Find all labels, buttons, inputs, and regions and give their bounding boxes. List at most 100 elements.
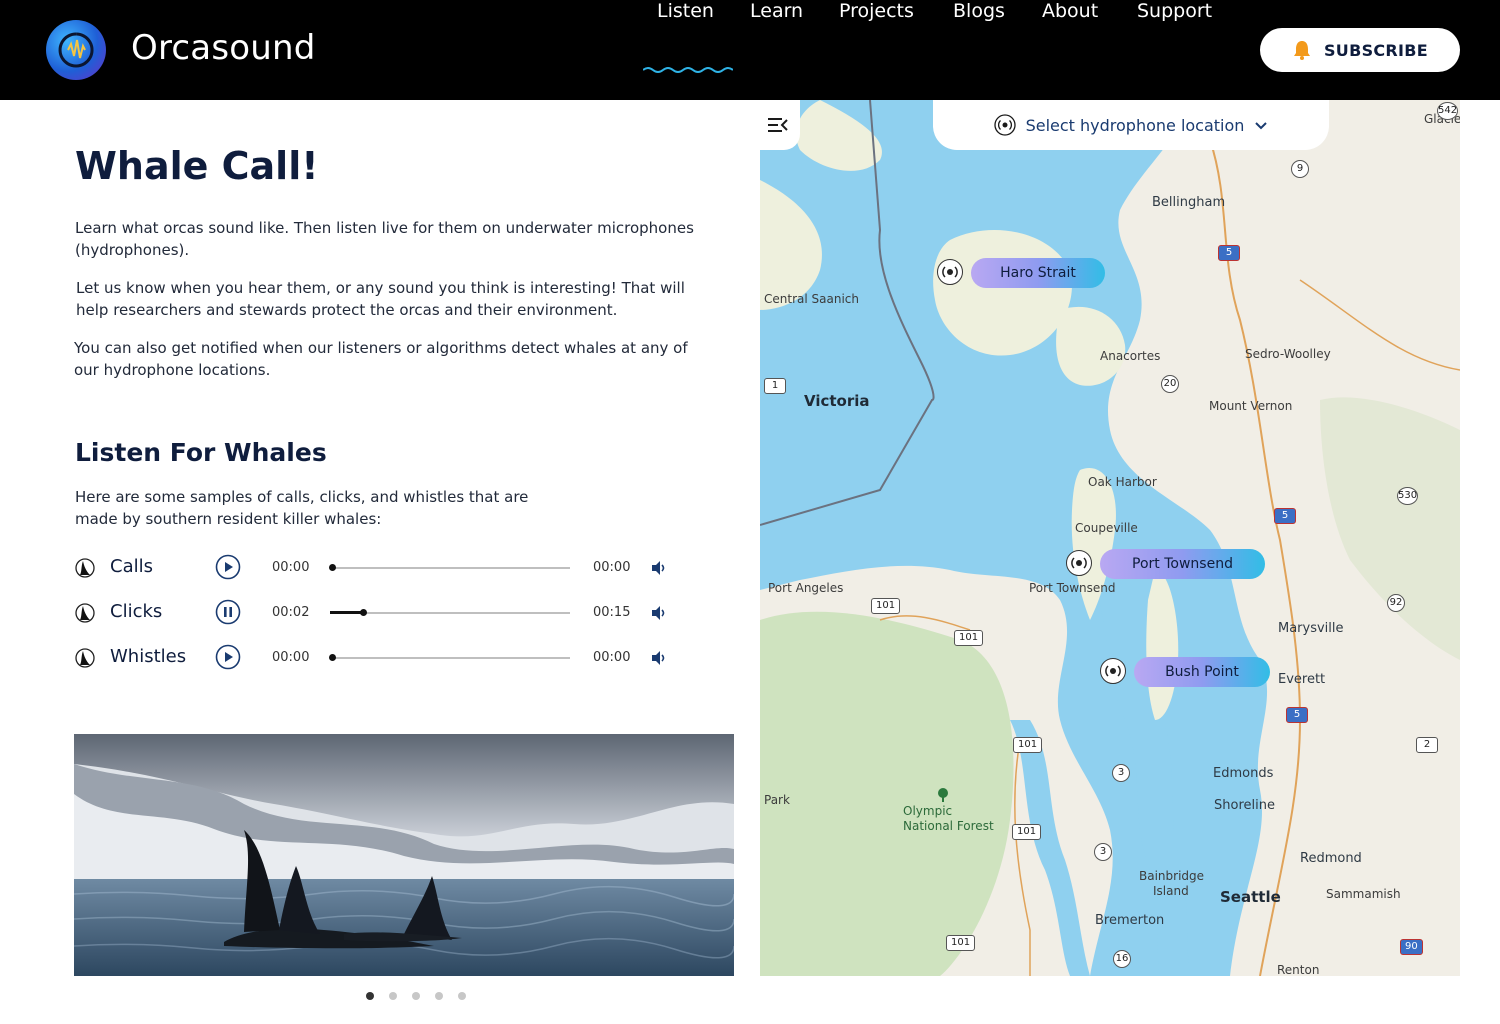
volume-icon[interactable] bbox=[650, 649, 668, 667]
map-label-place: Oak Harbor bbox=[1088, 475, 1157, 489]
hydrophone-bush-point[interactable]: Bush Point bbox=[1134, 657, 1270, 687]
hydrophone-location-select[interactable]: Select hydrophone location bbox=[933, 100, 1329, 150]
brand-name[interactable]: Orcasound bbox=[131, 28, 316, 68]
map-label-place: Park bbox=[764, 793, 790, 807]
carousel-dot[interactable] bbox=[366, 992, 374, 1000]
intro-paragraph: Let us know when you hear them, or any s… bbox=[76, 279, 685, 319]
map-label-place: Everett bbox=[1278, 672, 1326, 687]
seek-handle[interactable] bbox=[329, 564, 336, 571]
road-shield: 3 bbox=[1112, 764, 1130, 782]
map-label-place: Redmond bbox=[1300, 851, 1362, 866]
map-label-place: Sedro-Woolley bbox=[1245, 347, 1331, 361]
nav-about[interactable]: About bbox=[1042, 0, 1098, 22]
orca-fin-icon bbox=[75, 603, 95, 623]
volume-icon[interactable] bbox=[650, 559, 668, 577]
road-shield: 92 bbox=[1387, 594, 1405, 612]
subscribe-button[interactable]: SUBSCRIBE bbox=[1260, 28, 1460, 72]
top-navigation-bar: Orcasound Listen Learn Projects Blogs Ab… bbox=[0, 0, 1500, 100]
carousel-dot[interactable] bbox=[389, 992, 397, 1000]
page-title: Whale Call! bbox=[75, 144, 319, 188]
map-label-place: Anacortes bbox=[1100, 349, 1161, 363]
player-current-time: 00:00 bbox=[272, 560, 310, 575]
select-location-label: Select hydrophone location bbox=[1025, 115, 1245, 135]
park-tree-icon bbox=[938, 788, 948, 802]
active-nav-underline bbox=[643, 67, 733, 73]
menu-collapse-icon bbox=[768, 118, 788, 132]
nav-support[interactable]: Support bbox=[1137, 0, 1212, 22]
seek-handle[interactable] bbox=[329, 654, 336, 661]
nav-learn[interactable]: Learn bbox=[750, 0, 803, 22]
carousel-dot[interactable] bbox=[458, 992, 466, 1000]
carousel-dot[interactable] bbox=[435, 992, 443, 1000]
road-shield: 101 bbox=[1012, 824, 1042, 840]
subscribe-label: SUBSCRIBE bbox=[1323, 40, 1429, 60]
bell-icon bbox=[1293, 41, 1310, 60]
road-shield: 16 bbox=[1113, 950, 1131, 968]
carousel-image-orcas[interactable] bbox=[74, 734, 734, 976]
map-menu-toggle[interactable] bbox=[760, 100, 800, 150]
orcasound-logo-icon[interactable] bbox=[46, 20, 106, 80]
audio-player-clicks: Clicks 00:02 00:15 bbox=[75, 599, 695, 629]
map-label-place: Renton bbox=[1277, 963, 1320, 976]
chevron-down-icon bbox=[1255, 122, 1268, 130]
map-label-place: Seattle bbox=[1220, 888, 1281, 906]
map-label-place: Shoreline bbox=[1214, 798, 1275, 813]
pause-icon[interactable] bbox=[215, 599, 241, 625]
play-icon[interactable] bbox=[215, 554, 241, 580]
road-shield: 20 bbox=[1161, 375, 1179, 393]
intro-paragraph: Learn what orcas sound like. Then listen… bbox=[75, 219, 694, 259]
player-label: Whistles bbox=[110, 646, 187, 667]
seek-handle[interactable] bbox=[360, 609, 368, 616]
hydrophone-pin-icon[interactable] bbox=[1100, 658, 1126, 684]
nav-projects[interactable]: Projects bbox=[839, 0, 914, 22]
player-seek-bar[interactable] bbox=[330, 609, 570, 616]
map-label-place: Marysville bbox=[1278, 621, 1344, 636]
map-label-place: Bremerton bbox=[1095, 913, 1165, 928]
road-shield: 542 bbox=[1437, 102, 1459, 120]
hydrophone-port-townsend[interactable]: Port Townsend bbox=[1100, 549, 1265, 579]
map-label-place: Port Angeles bbox=[768, 581, 844, 595]
road-shield: 101 bbox=[871, 598, 901, 614]
player-label: Calls bbox=[110, 556, 153, 577]
play-icon[interactable] bbox=[215, 644, 241, 670]
interstate-shield: 5 bbox=[1274, 508, 1296, 524]
map-label-place: Coupeville bbox=[1075, 521, 1138, 535]
map-label-place: Bainbridge bbox=[1139, 869, 1205, 883]
nav-blogs[interactable]: Blogs bbox=[953, 0, 1005, 22]
hydrophone-icon bbox=[993, 114, 1016, 136]
interstate-shield: 90 bbox=[1400, 939, 1423, 955]
seek-progress bbox=[330, 611, 362, 614]
carousel-dots bbox=[366, 992, 466, 1000]
hydrophone-map[interactable]: Glacier Bellingham Central Saanich Anaco… bbox=[760, 100, 1460, 976]
road-shield: 1 bbox=[764, 378, 786, 394]
nav-listen[interactable]: Listen bbox=[657, 0, 714, 22]
audio-player-whistles: Whistles 00:00 00:00 bbox=[75, 644, 695, 674]
player-current-time: 00:02 bbox=[272, 605, 310, 620]
interstate-shield: 5 bbox=[1286, 707, 1308, 723]
player-seek-bar[interactable] bbox=[329, 564, 570, 571]
map-label-place: Bellingham bbox=[1152, 195, 1226, 210]
map-label-place: Edmonds bbox=[1213, 766, 1274, 781]
volume-icon[interactable] bbox=[650, 604, 668, 622]
hydrophone-haro-strait[interactable]: Haro Strait bbox=[971, 258, 1105, 288]
player-current-time: 00:00 bbox=[272, 650, 310, 665]
orca-fin-icon bbox=[75, 648, 95, 668]
listen-heading: Listen For Whales bbox=[75, 438, 327, 467]
intro-panel: Whale Call! Learn what orcas sound like.… bbox=[0, 100, 760, 1024]
map-label-place: Island bbox=[1153, 884, 1189, 898]
player-seek-bar[interactable] bbox=[329, 654, 570, 661]
map-label-place: Port Townsend bbox=[1029, 581, 1116, 595]
player-duration: 00:00 bbox=[593, 560, 631, 575]
hydrophone-pin-icon[interactable] bbox=[1066, 550, 1092, 576]
carousel-dot[interactable] bbox=[412, 992, 420, 1000]
audio-player-calls: Calls 00:00 00:00 bbox=[75, 554, 695, 584]
player-duration: 00:15 bbox=[593, 605, 631, 620]
map-label-place: Victoria bbox=[804, 392, 870, 410]
hydrophone-pin-icon[interactable] bbox=[937, 259, 963, 285]
road-shield: 2 bbox=[1416, 737, 1438, 753]
intro-paragraph: You can also get notified when our liste… bbox=[74, 339, 688, 379]
road-shield: 3 bbox=[1094, 843, 1112, 861]
map-base-layer bbox=[760, 100, 1460, 976]
listen-description: Here are some samples of calls, clicks, … bbox=[75, 488, 529, 528]
player-duration: 00:00 bbox=[593, 650, 631, 665]
